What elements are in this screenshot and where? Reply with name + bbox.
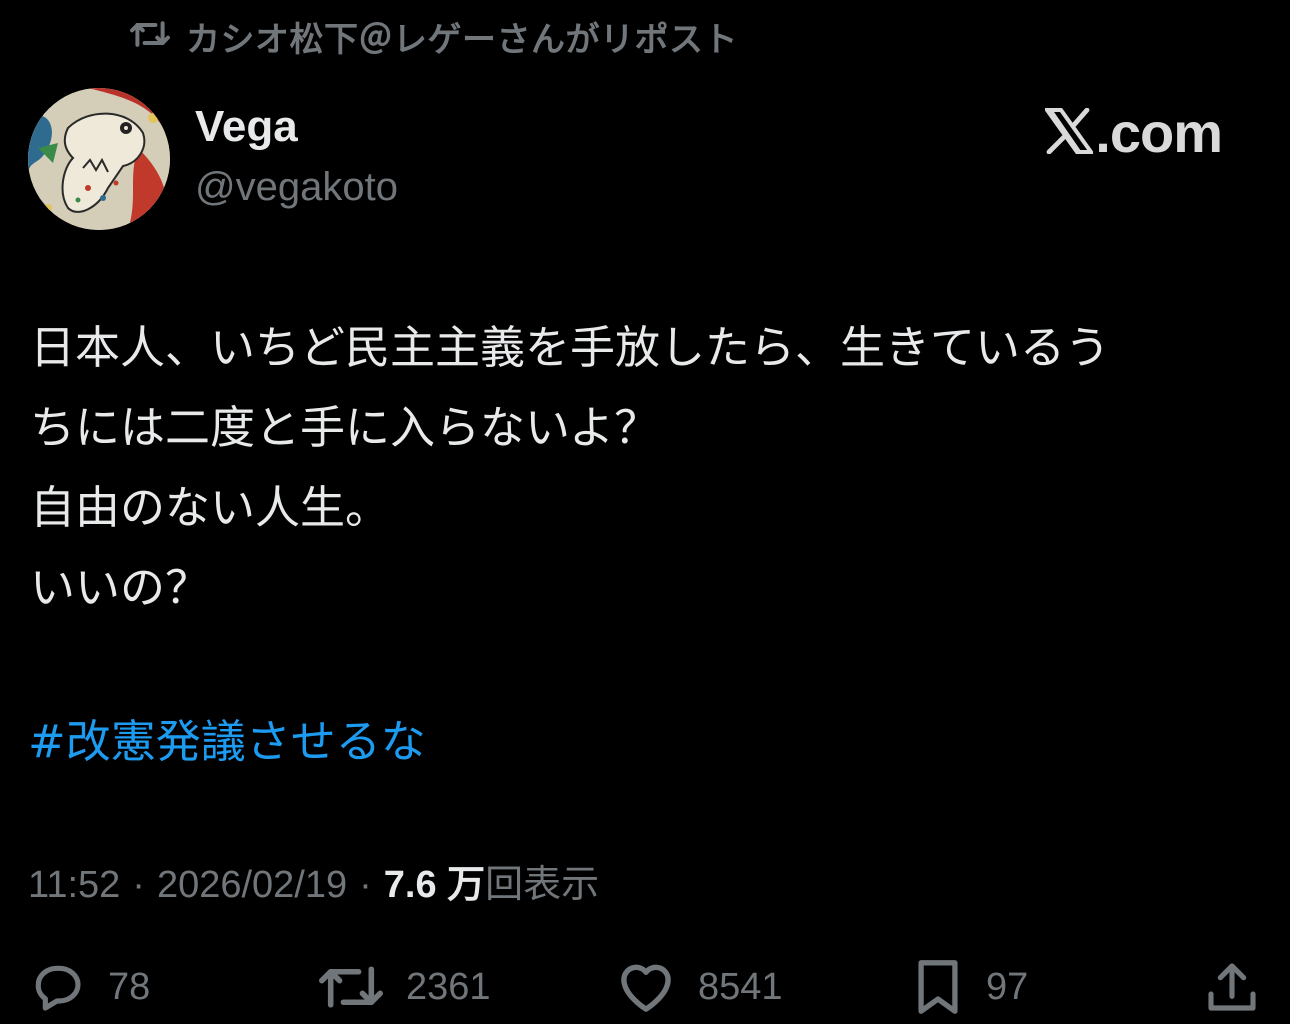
avatar[interactable]	[28, 88, 170, 230]
like-button[interactable]: 8541	[616, 952, 783, 1022]
repost-banner-text: カシオ松下＠レゲーさんがリポスト	[186, 19, 738, 60]
x-com-text: .com	[1095, 101, 1223, 164]
meta-separator: ·	[359, 864, 372, 906]
bookmark-count: 97	[986, 965, 1029, 1008]
repost-banner[interactable]: カシオ松下＠レゲーさんがリポスト	[128, 14, 738, 60]
tweet-line: 日本人、いちど民主主義を手放したら、生きているう	[30, 321, 1111, 374]
repost-icon	[128, 16, 172, 56]
tweet-line: 自由のない人生。	[30, 481, 391, 534]
x-com-logo: .com	[1043, 100, 1223, 165]
reply-button[interactable]: 78	[28, 952, 150, 1022]
author-handle[interactable]: @vegakoto	[195, 165, 398, 210]
heart-icon	[616, 960, 676, 1014]
bookmark-button[interactable]: 97	[912, 952, 1028, 1022]
reply-count: 78	[108, 965, 151, 1008]
share-button[interactable]	[1204, 952, 1260, 1022]
author-display-name[interactable]: Vega	[195, 102, 298, 152]
repost-count: 2361	[406, 965, 491, 1008]
avatar-illustration	[28, 88, 170, 230]
x-logo-icon	[1043, 107, 1096, 158]
hashtag-link[interactable]: #改憲発議させるな	[28, 702, 426, 782]
share-icon	[1204, 958, 1260, 1016]
view-count-label: 回表示	[485, 864, 600, 906]
meta-separator: ·	[132, 864, 145, 906]
tweet-text: 日本人、いちど民主主義を手放したら、生きているう ちには二度と手に入らないよ？ …	[30, 308, 1260, 628]
bookmark-icon	[912, 958, 964, 1016]
action-bar: 78 2361 8541 97	[0, 952, 1290, 1022]
reply-icon	[28, 959, 86, 1015]
tweet-line: いいの？	[30, 561, 211, 614]
tweet-date[interactable]: 2026/02/19	[157, 864, 347, 907]
view-count: 7.6 万	[383, 864, 486, 906]
repost-button[interactable]: 2361	[318, 952, 491, 1022]
tweet-meta: 11:52 · 2026/02/19 · 7.6 万 回表示	[28, 853, 599, 908]
like-count: 8541	[698, 965, 783, 1008]
tweet-time[interactable]: 11:52	[28, 864, 120, 907]
repost-icon	[318, 959, 384, 1015]
tweet-line: ちには二度と手に入らないよ？	[30, 401, 660, 454]
